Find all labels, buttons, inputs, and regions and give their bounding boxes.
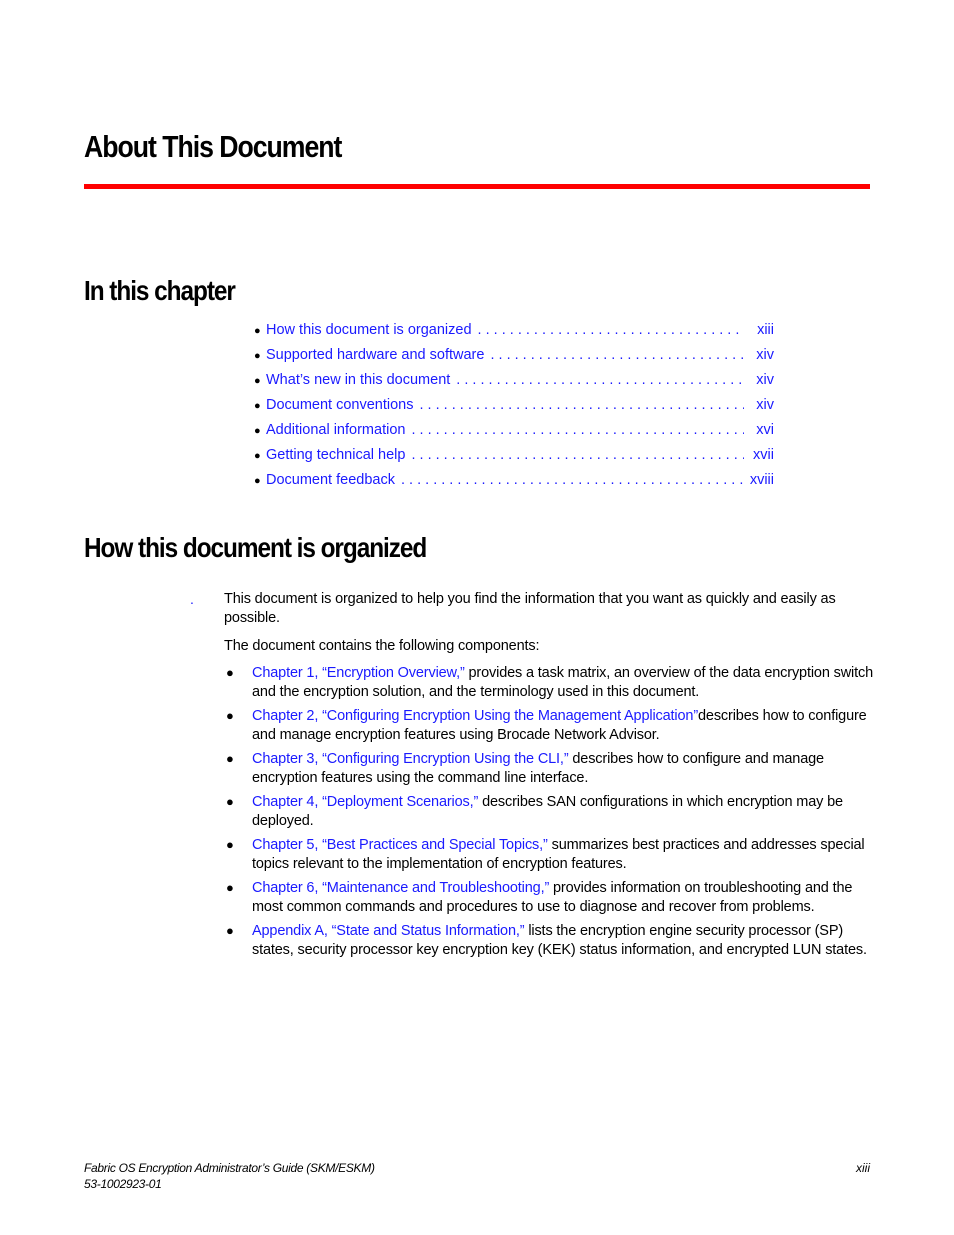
- toc-leader-dots: [490, 347, 744, 363]
- toc-link[interactable]: Document feedback: [266, 472, 397, 488]
- intro-marker: .: [190, 591, 194, 607]
- bullet-icon: ●: [226, 794, 234, 809]
- chapter-link[interactable]: Chapter 6, “Maintenance and Troubleshoot…: [252, 880, 549, 896]
- toc-item[interactable]: ● What’s new in this document xiv: [254, 372, 774, 397]
- toc-page-number[interactable]: xiv: [750, 397, 774, 413]
- toc-page-number[interactable]: xiv: [750, 347, 774, 363]
- bullet-icon: ●: [254, 425, 261, 437]
- bullet-icon: ●: [226, 837, 234, 852]
- title-rule-divider: [84, 184, 870, 189]
- footer-doc-number: 53-1002923-01: [84, 1177, 162, 1191]
- chapter-link[interactable]: Chapter 3, “Configuring Encryption Using…: [252, 751, 569, 767]
- components-intro-paragraph: The document contains the following comp…: [224, 638, 540, 654]
- bullet-icon: ●: [254, 400, 261, 412]
- toc-item[interactable]: ● Additional information xvi: [254, 422, 774, 447]
- bullet-icon: ●: [254, 325, 261, 337]
- bullet-icon: ●: [254, 475, 261, 487]
- page-title: About This Document: [84, 129, 342, 164]
- chapter-link[interactable]: Chapter 1, “Encryption Overview,”: [252, 665, 465, 681]
- toc-page-number[interactable]: xiv: [750, 372, 774, 388]
- chapter-toc: ● How this document is organized xiii ● …: [254, 322, 774, 497]
- in-this-chapter-heading: In this chapter: [84, 275, 236, 306]
- toc-page-number[interactable]: xvii: [750, 447, 774, 463]
- toc-leader-dots: [478, 322, 744, 338]
- toc-leader-dots: [401, 472, 744, 488]
- bullet-icon: ●: [226, 708, 234, 723]
- chapter-link[interactable]: Chapter 5, “Best Practices and Special T…: [252, 837, 548, 853]
- toc-leader-dots: [411, 447, 744, 463]
- how-organized-heading: How this document is organized: [84, 532, 427, 563]
- toc-page-number[interactable]: xvi: [750, 422, 774, 438]
- toc-item[interactable]: ● How this document is organized xiii: [254, 322, 774, 347]
- toc-item[interactable]: ● Supported hardware and software xiv: [254, 347, 774, 372]
- intro-paragraph: This document is organized to help you f…: [224, 591, 836, 626]
- toc-leader-dots: [420, 397, 745, 413]
- component-item: ● Chapter 6, “Maintenance and Troublesho…: [224, 879, 874, 916]
- toc-item[interactable]: ● Document feedback xviii: [254, 472, 774, 497]
- bullet-icon: ●: [226, 665, 234, 680]
- toc-leader-dots: [411, 422, 744, 438]
- toc-link[interactable]: Document conventions: [266, 397, 416, 413]
- bullet-icon: ●: [254, 375, 261, 387]
- toc-link[interactable]: Supported hardware and software: [266, 347, 487, 363]
- toc-link[interactable]: Additional information: [266, 422, 408, 438]
- toc-item[interactable]: ● Document conventions xiv: [254, 397, 774, 422]
- bullet-icon: ●: [254, 350, 261, 362]
- footer-document-info: Fabric OS Encryption Administrator’s Gui…: [84, 1160, 375, 1192]
- toc-link[interactable]: What’s new in this document: [266, 372, 453, 388]
- bullet-icon: ●: [226, 923, 234, 938]
- footer-doc-title: Fabric OS Encryption Administrator’s Gui…: [84, 1161, 375, 1175]
- toc-item[interactable]: ● Getting technical help xvii: [254, 447, 774, 472]
- components-list: ● Chapter 1, “Encryption Overview,” prov…: [224, 664, 874, 965]
- component-item: ● Chapter 3, “Configuring Encryption Usi…: [224, 750, 874, 787]
- bullet-icon: ●: [226, 880, 234, 895]
- component-item: ● Appendix A, “State and Status Informat…: [224, 922, 874, 959]
- toc-link[interactable]: Getting technical help: [266, 447, 408, 463]
- bullet-icon: ●: [254, 450, 261, 462]
- component-item: ● Chapter 1, “Encryption Overview,” prov…: [224, 664, 874, 701]
- toc-page-number[interactable]: xviii: [750, 472, 774, 488]
- bullet-icon: ●: [226, 751, 234, 766]
- chapter-link[interactable]: Chapter 4, “Deployment Scenarios,”: [252, 794, 478, 810]
- component-item: ● Chapter 5, “Best Practices and Special…: [224, 836, 874, 873]
- footer-page-number: xiii: [856, 1161, 870, 1175]
- appendix-link[interactable]: Appendix A, “State and Status Informatio…: [252, 923, 525, 939]
- toc-page-number[interactable]: xiii: [750, 322, 774, 338]
- component-item: ● Chapter 2, “Configuring Encryption Usi…: [224, 707, 874, 744]
- component-item: ● Chapter 4, “Deployment Scenarios,” des…: [224, 793, 874, 830]
- toc-leader-dots: [456, 372, 744, 388]
- toc-link[interactable]: How this document is organized: [266, 322, 474, 338]
- chapter-link[interactable]: Chapter 2, “Configuring Encryption Using…: [252, 708, 698, 724]
